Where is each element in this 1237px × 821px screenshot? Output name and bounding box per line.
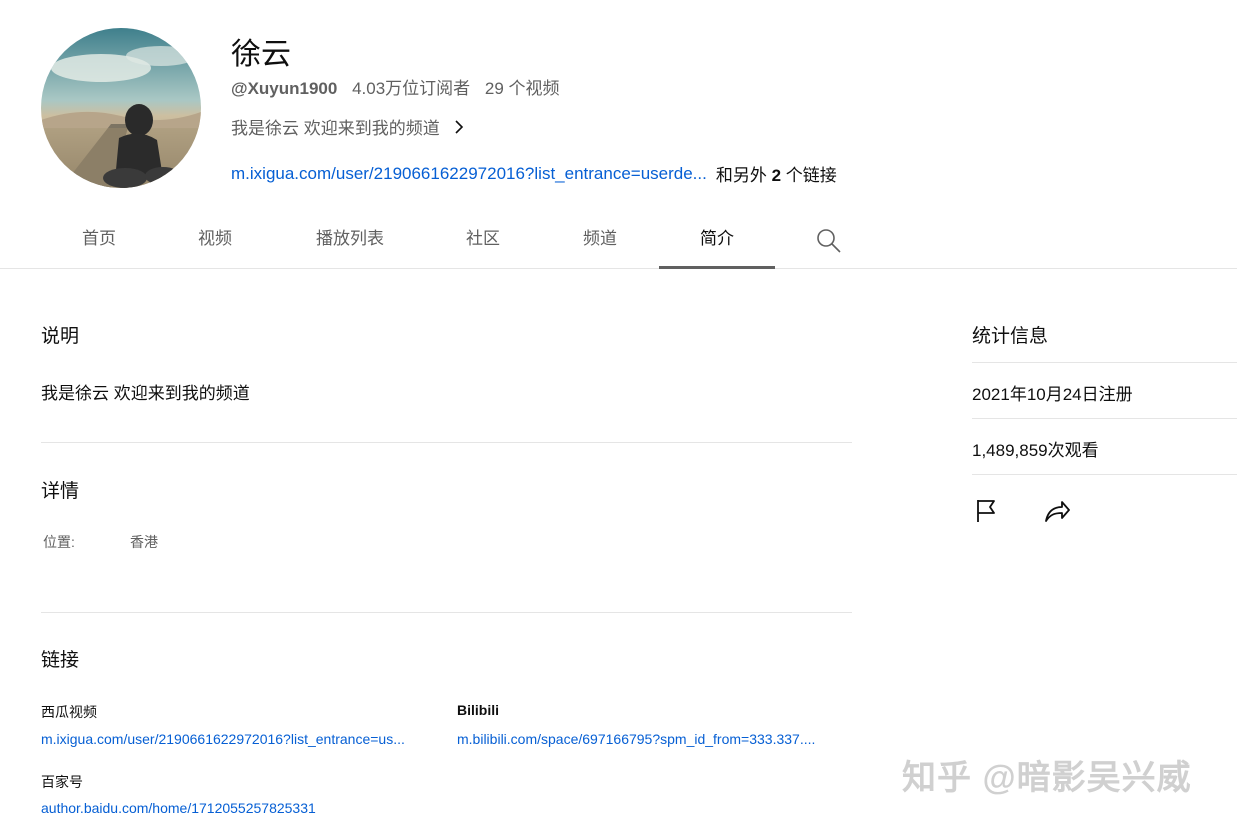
location-label: 位置: <box>43 534 75 550</box>
channel-name: 徐云 <box>231 38 291 71</box>
tab-videos[interactable]: 视频 <box>168 214 262 268</box>
watermark: 知乎 @暗影吴兴威 <box>902 759 1192 797</box>
link-url-bilibili[interactable]: m.bilibili.com/space/697166795?spm_id_fr… <box>457 731 815 747</box>
channel-avatar[interactable] <box>41 28 201 188</box>
link-name-xigua: 西瓜视频 <box>41 704 97 720</box>
divider <box>972 418 1237 419</box>
subscriber-count: 4.03万位订阅者 <box>352 79 471 98</box>
divider <box>972 362 1237 363</box>
tab-about[interactable]: 简介 <box>659 214 775 269</box>
description-text: 我是徐云 欢迎来到我的频道 <box>41 384 250 403</box>
tab-channels[interactable]: 频道 <box>553 214 647 268</box>
view-count: 1,489,859次观看 <box>972 441 1099 460</box>
flag-icon[interactable] <box>972 497 1000 525</box>
channel-tabs: 首页 视频 播放列表 社区 频道 简介 <box>0 214 1237 269</box>
link-name-bilibili: Bilibili <box>457 702 499 718</box>
link-url-xigua[interactable]: m.ixigua.com/user/2190661622972016?list_… <box>41 731 405 747</box>
channel-tagline-link[interactable]: 我是徐云 欢迎来到我的频道 <box>231 114 466 139</box>
location-value: 香港 <box>130 534 158 550</box>
channel-tagline: 我是徐云 欢迎来到我的频道 <box>231 119 440 138</box>
share-icon[interactable] <box>1042 497 1072 525</box>
tab-community[interactable]: 社区 <box>436 214 530 268</box>
stats-heading: 统计信息 <box>972 326 1049 347</box>
channel-meta: @Xuyun1900 4.03万位订阅者 29 个视频 <box>231 74 570 99</box>
primary-link[interactable]: m.ixigua.com/user/2190661622972016?list_… <box>231 164 707 184</box>
channel-links-row: m.ixigua.com/user/2190661622972016?list_… <box>231 161 837 186</box>
video-count: 29 个视频 <box>484 79 560 98</box>
link-name-baijiahao: 百家号 <box>41 774 83 790</box>
channel-handle: @Xuyun1900 <box>231 79 338 98</box>
tab-home[interactable]: 首页 <box>52 214 146 268</box>
tab-playlists[interactable]: 播放列表 <box>300 214 400 268</box>
details-heading: 详情 <box>41 481 80 502</box>
link-url-baijiahao[interactable]: author.baidu.com/home/1712055257825331 <box>41 800 316 816</box>
description-heading: 说明 <box>41 326 80 347</box>
divider <box>972 474 1237 475</box>
divider <box>41 612 852 613</box>
search-icon[interactable] <box>816 228 842 254</box>
divider <box>41 442 852 443</box>
joined-date: 2021年10月24日注册 <box>972 385 1133 404</box>
more-links[interactable]: 和另外 2 个链接 <box>716 161 837 186</box>
links-heading: 链接 <box>41 650 80 671</box>
chevron-right-icon <box>455 119 463 134</box>
